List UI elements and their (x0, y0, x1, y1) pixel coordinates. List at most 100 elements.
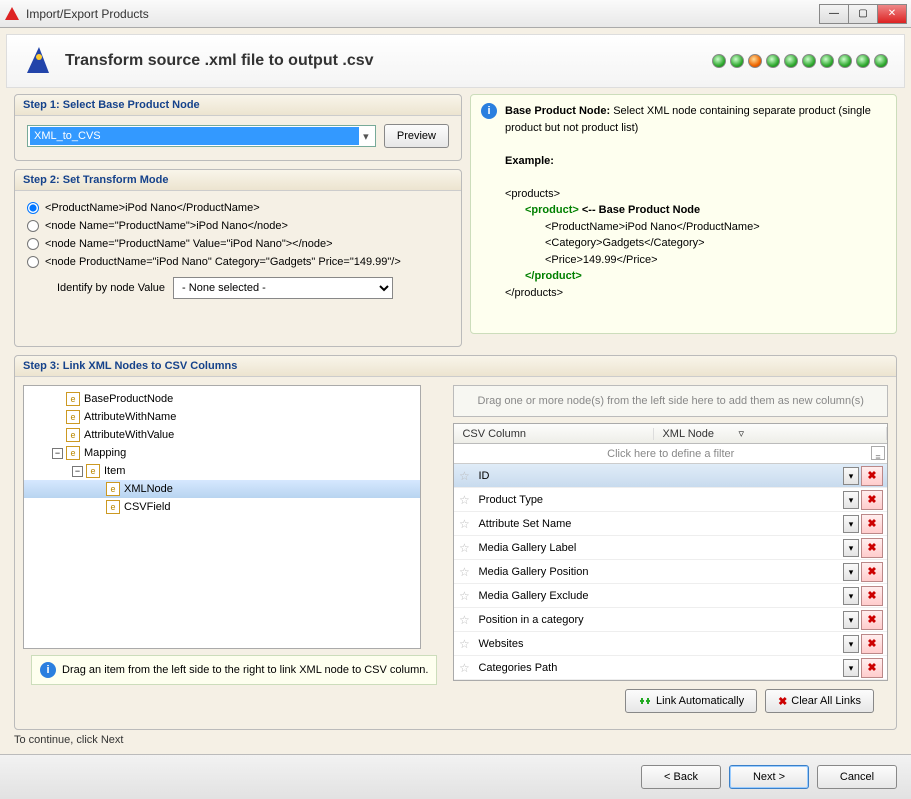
dropdown-button[interactable]: ▾ (843, 563, 859, 581)
dropdown-button[interactable]: ▾ (843, 635, 859, 653)
expand-icon[interactable]: − (72, 466, 83, 477)
maximize-button[interactable]: ▢ (848, 4, 878, 24)
table-row[interactable]: ☆Media Gallery Label▾✖ (454, 536, 887, 560)
table-row[interactable]: ☆Categories Path▾✖ (454, 656, 887, 680)
delete-row-button[interactable]: ✖ (861, 538, 883, 558)
tree-node-label: BaseProductNode (84, 393, 173, 405)
transform-mode-option[interactable]: <node ProductName="iPod Nano" Category="… (27, 253, 449, 271)
delete-row-button[interactable]: ✖ (861, 634, 883, 654)
element-icon: e (66, 392, 80, 406)
grid-body[interactable]: ☆ID▾✖☆Product Type▾✖☆Attribute Set Name▾… (454, 464, 887, 680)
xml-tree[interactable]: e BaseProductNode eAttributeWithName e Attri… (23, 385, 421, 649)
transform-mode-option[interactable]: <ProductName>iPod Nano</ProductName> (27, 199, 449, 217)
minimize-button[interactable]: — (819, 4, 849, 24)
favorite-star-icon[interactable]: ☆ (454, 469, 474, 483)
wizard-header: Transform source .xml file to output .cs… (6, 34, 905, 88)
table-row[interactable]: ☆Websites▾✖ (454, 632, 887, 656)
dropdown-button[interactable]: ▾ (843, 491, 859, 509)
cancel-button[interactable]: Cancel (817, 765, 897, 789)
tree-node[interactable]: eAttributeWithName (24, 408, 420, 426)
xml-note: <-- Base Product Node (579, 204, 700, 216)
favorite-star-icon[interactable]: ☆ (454, 661, 474, 675)
favorite-star-icon[interactable]: ☆ (454, 565, 474, 579)
hint-bar: i Drag an item from the left side to the… (31, 655, 437, 685)
favorite-star-icon[interactable]: ☆ (454, 517, 474, 531)
favorite-star-icon[interactable]: ☆ (454, 637, 474, 651)
tree-node[interactable]: e BaseProductNode (24, 390, 420, 408)
tree-node-label: XMLNode (124, 483, 173, 495)
dropdown-button[interactable]: ▾ (843, 587, 859, 605)
info-icon: i (481, 103, 497, 119)
expand-icon[interactable]: − (52, 448, 63, 459)
delete-row-button[interactable]: ✖ (861, 562, 883, 582)
table-row[interactable]: ☆Position in a category▾✖ (454, 608, 887, 632)
dropdown-button[interactable]: ▾ (843, 467, 859, 485)
preview-button[interactable]: Preview (384, 124, 449, 148)
element-icon: e (66, 446, 80, 460)
tree-node[interactable]: eCSVField (24, 498, 420, 516)
step3-group: Step 3: Link XML Nodes to CSV Columns eB… (14, 355, 897, 730)
table-row[interactable]: ☆Attribute Set Name▾✖ (454, 512, 887, 536)
csv-column-name: Categories Path (474, 662, 843, 674)
table-row[interactable]: ☆Media Gallery Position▾✖ (454, 560, 887, 584)
base-node-combo[interactable]: ▾ (27, 125, 376, 147)
filter-toggle-icon[interactable]: ≡ (871, 446, 885, 460)
back-button[interactable]: < Back (641, 765, 721, 789)
step-dot (730, 54, 744, 68)
close-button[interactable]: ✕ (877, 4, 907, 24)
tree-node-label: AttributeWithValue (84, 429, 174, 441)
tree-node[interactable]: −e Mapping (24, 444, 420, 462)
xml-line: <Category>Gadgets</Category> (505, 235, 886, 252)
radio-input[interactable] (27, 202, 39, 214)
delete-row-button[interactable]: ✖ (861, 658, 883, 678)
radio-label: <node Name="ProductName">iPod Nano</node… (45, 220, 288, 232)
step-dot (874, 54, 888, 68)
xml-line: <ProductName>iPod Nano</ProductName> (505, 219, 886, 236)
grid-filter-row[interactable]: Click here to define a filter ≡ (454, 444, 887, 464)
favorite-star-icon[interactable]: ☆ (454, 493, 474, 507)
clear-all-links-button[interactable]: ✖ Clear All Links (765, 689, 874, 713)
favorite-star-icon[interactable]: ☆ (454, 613, 474, 627)
chevron-down-icon[interactable]: ▾ (359, 130, 373, 143)
xml-line: <Price>149.99</Price> (505, 252, 886, 269)
favorite-star-icon[interactable]: ☆ (454, 541, 474, 555)
dropdown-button[interactable]: ▾ (843, 515, 859, 533)
csv-column-name: Media Gallery Position (474, 566, 843, 578)
transform-mode-option[interactable]: <node Name="ProductName">iPod Nano</node… (27, 217, 449, 235)
table-row[interactable]: ☆Product Type▾✖ (454, 488, 887, 512)
page-title: Transform source .xml file to output .cs… (65, 52, 712, 70)
delete-row-button[interactable]: ✖ (861, 466, 883, 486)
delete-row-button[interactable]: ✖ (861, 490, 883, 510)
link-automatically-button[interactable]: Link Automatically (625, 689, 757, 713)
csv-column-name: Media Gallery Exclude (474, 590, 843, 602)
dropdown-button[interactable]: ▾ (843, 539, 859, 557)
next-button[interactable]: Next > (729, 765, 809, 789)
step-dot (838, 54, 852, 68)
grid-header-csv[interactable]: CSV Column (454, 428, 654, 440)
step-indicator (712, 54, 888, 68)
tree-node[interactable]: e AttributeWithValue (24, 426, 420, 444)
tree-node[interactable]: eXMLNode (24, 480, 420, 498)
base-node-input[interactable] (30, 127, 359, 145)
delete-row-button[interactable]: ✖ (861, 610, 883, 630)
dropdown-button[interactable]: ▾ (843, 611, 859, 629)
clear-icon: ✖ (778, 695, 787, 708)
grid-header-xml[interactable]: XML Node ▿ (654, 427, 887, 440)
tree-node[interactable]: −eItem (24, 462, 420, 480)
csv-column-name: Attribute Set Name (474, 518, 843, 530)
delete-row-button[interactable]: ✖ (861, 514, 883, 534)
column-drop-zone[interactable]: Drag one or more node(s) from the left s… (453, 385, 888, 417)
table-row[interactable]: ☆ID▾✖ (454, 464, 887, 488)
table-row[interactable]: ☆Media Gallery Exclude▾✖ (454, 584, 887, 608)
identify-select[interactable]: - None selected - (173, 277, 393, 299)
radio-input[interactable] (27, 238, 39, 250)
radio-input[interactable] (27, 220, 39, 232)
favorite-star-icon[interactable]: ☆ (454, 589, 474, 603)
transform-mode-option[interactable]: <node Name="ProductName" Value="iPod Nan… (27, 235, 449, 253)
tree-node-label: Mapping (84, 447, 126, 459)
delete-row-button[interactable]: ✖ (861, 586, 883, 606)
step2-group: Step 2: Set Transform Mode <ProductName>… (14, 169, 462, 347)
radio-input[interactable] (27, 256, 39, 268)
element-icon: e (66, 428, 80, 442)
dropdown-button[interactable]: ▾ (843, 659, 859, 677)
